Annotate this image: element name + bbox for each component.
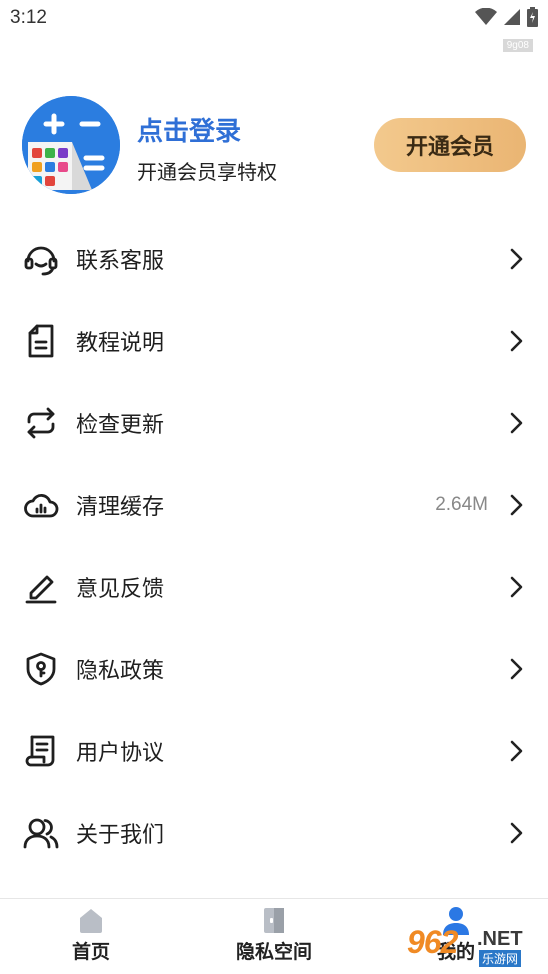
settings-menu: 联系客服 教程说明 检查更新 清理缓存 2.64M 意见反馈 隐私政策 用户协议… (0, 218, 548, 874)
cache-size-value: 2.64M (435, 494, 488, 515)
menu-label: 关于我们 (76, 822, 165, 847)
shield-key-icon (22, 650, 60, 688)
status-icons (475, 7, 538, 27)
open-vip-button[interactable]: 开通会员 (374, 118, 526, 172)
users-icon (22, 814, 60, 852)
status-time: 3:12 (10, 7, 47, 28)
chevron-right-icon (510, 740, 523, 762)
chevron-right-icon (510, 658, 523, 680)
profile-header: 点击登录 开通会员享特权 开通会员 (22, 96, 526, 196)
status-bar: 3:12 (0, 0, 548, 38)
cloud-chart-icon (22, 486, 60, 524)
door-icon (264, 908, 284, 933)
avatar[interactable] (22, 96, 120, 194)
tab-private-space[interactable]: 隐私空间 (184, 899, 364, 974)
watermark-number: 962 (407, 924, 458, 960)
scroll-icon (22, 732, 60, 770)
watermark-net: .NET (477, 928, 523, 950)
battery-icon (527, 7, 538, 27)
document-icon (22, 322, 60, 360)
menu-item-customer-service[interactable]: 联系客服 (0, 218, 548, 300)
refresh-icon (22, 404, 60, 442)
menu-item-user-agreement[interactable]: 用户协议 (0, 710, 548, 792)
tab-label: 首页 (71, 942, 110, 963)
login-link[interactable]: 点击登录 (137, 111, 241, 148)
tab-label: 隐私空间 (235, 942, 312, 963)
chevron-right-icon (510, 412, 523, 434)
menu-item-check-update[interactable]: 检查更新 (0, 382, 548, 464)
wifi-icon (475, 8, 497, 25)
app-logo-icon (22, 96, 120, 194)
tab-home[interactable]: 首页 (1, 899, 181, 974)
menu-label: 联系客服 (76, 248, 165, 273)
watermark-subtitle: 乐游网 (479, 950, 522, 967)
menu-item-tutorial[interactable]: 教程说明 (0, 300, 548, 382)
menu-item-privacy-policy[interactable]: 隐私政策 (0, 628, 548, 710)
menu-label: 教程说明 (76, 330, 165, 355)
chevron-right-icon (510, 576, 523, 598)
menu-label: 清理缓存 (76, 494, 165, 519)
chevron-right-icon (510, 822, 523, 844)
login-subtitle: 开通会员享特权 (137, 162, 277, 184)
menu-label: 隐私政策 (76, 658, 165, 683)
chevron-right-icon (510, 248, 523, 270)
menu-item-feedback[interactable]: 意见反馈 (0, 546, 548, 628)
menu-label: 用户协议 (76, 740, 165, 765)
home-icon (80, 909, 102, 933)
signal-icon (504, 9, 520, 25)
menu-item-clear-cache[interactable]: 清理缓存 2.64M (0, 464, 548, 546)
corner-tag: 9g08 (502, 39, 533, 52)
chevron-right-icon (510, 494, 523, 516)
chevron-right-icon (510, 330, 523, 352)
headset-icon (22, 240, 60, 278)
menu-label: 检查更新 (76, 412, 165, 437)
pen-icon (22, 568, 60, 606)
menu-item-about-us[interactable]: 关于我们 (0, 792, 548, 874)
menu-label: 意见反馈 (76, 576, 165, 601)
site-watermark: 962 .NET 乐游网 (407, 924, 542, 968)
